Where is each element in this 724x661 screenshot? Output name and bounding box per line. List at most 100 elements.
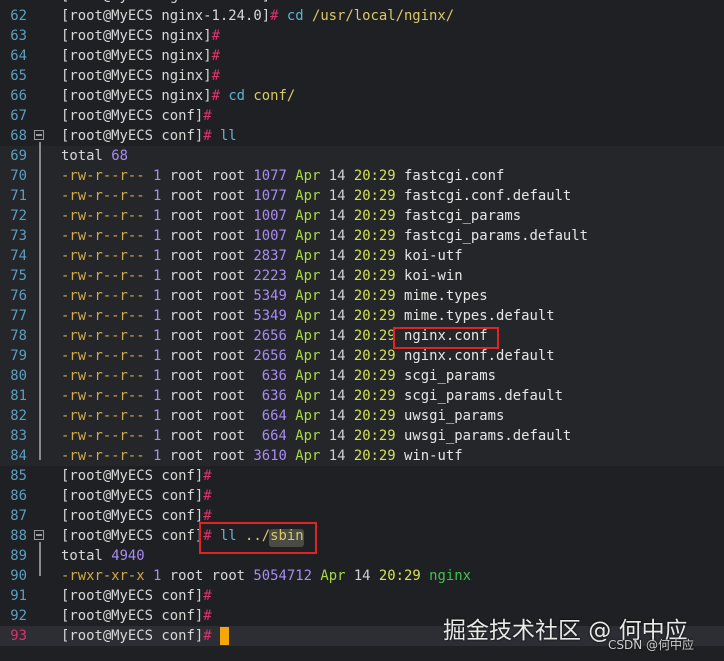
line-text: -rw-r--r-- 1 root root 3610 Apr 14 20:29… <box>61 446 463 466</box>
separator <box>145 368 153 384</box>
terminal-line: 79 -rw-r--r-- 1 root root 2656 Apr 14 20:… <box>0 346 724 366</box>
separator <box>145 248 153 264</box>
separator <box>145 168 153 184</box>
group: root <box>211 448 246 464</box>
separator <box>203 448 211 464</box>
separator <box>287 248 295 264</box>
permissions: -rw-r--r-- <box>61 448 145 464</box>
prompt-user-host: [root@MyECS <box>61 68 162 84</box>
separator: ] <box>194 608 204 624</box>
permissions: -rw-r--r-- <box>61 168 145 184</box>
fold-toggle-icon[interactable] <box>34 530 44 540</box>
day: 14 <box>353 568 371 584</box>
separator <box>345 348 353 364</box>
terminal-line: 89 total 4940 <box>0 546 724 566</box>
prompt-hash: # <box>203 488 212 504</box>
line-text: [root@MyECS nginx-1.24.0]# cd /usr/local… <box>61 6 454 26</box>
separator <box>320 328 328 344</box>
line-number: 82 <box>10 408 27 424</box>
separator <box>161 228 169 244</box>
separator <box>103 148 111 164</box>
group: root <box>211 408 246 424</box>
prompt-hash: # <box>203 128 212 144</box>
prompt-dir: nginx-1.24.0 <box>161 0 261 4</box>
terminal-line: 87 [root@MyECS conf]# <box>0 506 724 526</box>
command-arg: conf/ <box>253 88 296 104</box>
terminal-line: 76 -rw-r--r-- 1 root root 5349 Apr 14 20:… <box>0 286 724 306</box>
day: 14 <box>328 288 346 304</box>
time: 20:29 <box>353 188 396 204</box>
owner: root <box>169 348 204 364</box>
line-text: [root@MyECS conf]# <box>61 486 212 506</box>
separator <box>320 388 328 404</box>
prompt-user-host: [root@MyECS <box>61 0 161 4</box>
line-number: 80 <box>10 368 27 384</box>
owner: root <box>169 408 204 424</box>
separator <box>161 368 169 384</box>
line-number: 76 <box>10 288 27 304</box>
terminal-line: 64 [root@MyECS nginx]# <box>0 46 724 66</box>
prompt-user-host: [root@MyECS <box>61 28 162 44</box>
command: cd <box>286 8 304 24</box>
terminal-line: 65 [root@MyECS nginx]# <box>0 66 724 86</box>
separator <box>320 408 328 424</box>
line-number: 62 <box>10 8 27 24</box>
separator <box>161 328 169 344</box>
line-text: -rw-r--r-- 1 root root 636 Apr 14 20:29 … <box>61 366 496 386</box>
command: ll <box>219 128 237 144</box>
day: 14 <box>328 268 346 284</box>
prompt-hash: # <box>203 608 212 624</box>
prompt-user-host: [root@MyECS <box>61 88 162 104</box>
separator: ] <box>194 128 204 144</box>
file-name: uwsgi_params.default <box>404 428 572 444</box>
owner: root <box>169 568 204 584</box>
line-text: [root@MyECS nginx]# cd conf/ <box>61 86 295 106</box>
separator <box>145 428 153 444</box>
terminal-line: 69 total 68 <box>0 146 724 166</box>
separator <box>212 128 220 144</box>
separator <box>145 568 153 584</box>
file-size: 636 <box>253 368 287 384</box>
file-name: mime.types <box>404 288 488 304</box>
time: 20:29 <box>353 308 396 324</box>
owner: root <box>169 388 204 404</box>
terminal-editor[interactable]: 61[root@MyECS nginx-1.24.0]#62[root@MyEC… <box>0 0 724 646</box>
separator: ] <box>194 108 204 124</box>
separator <box>161 168 169 184</box>
separator <box>278 8 286 24</box>
prompt-dir: nginx <box>161 48 204 64</box>
separator <box>345 208 353 224</box>
line-number: 63 <box>10 28 27 44</box>
month: Apr <box>295 308 321 324</box>
file-name: nginx <box>429 568 471 584</box>
group: root <box>211 428 246 444</box>
time: 20:29 <box>353 228 396 244</box>
owner: root <box>169 428 204 444</box>
line-number: 81 <box>10 388 27 404</box>
line-number: 72 <box>10 208 27 224</box>
owner: root <box>169 328 204 344</box>
line-number: 67 <box>10 108 27 124</box>
separator <box>103 548 111 564</box>
time: 20:29 <box>353 448 396 464</box>
prompt-dir: conf <box>161 488 195 504</box>
line-number: 74 <box>10 248 27 264</box>
separator <box>345 168 353 184</box>
file-name: win-utf <box>404 448 463 464</box>
prompt-user-host: [root@MyECS <box>61 528 162 544</box>
separator <box>320 228 328 244</box>
separator <box>320 308 328 324</box>
month: Apr <box>295 228 321 244</box>
separator <box>345 288 353 304</box>
terminal-line: 66 [root@MyECS nginx]# cd conf/ <box>0 86 724 106</box>
fold-toggle-icon[interactable] <box>34 130 44 140</box>
line-number: 84 <box>10 448 27 464</box>
separator <box>203 408 211 424</box>
separator <box>203 368 211 384</box>
separator <box>161 348 169 364</box>
separator <box>161 288 169 304</box>
terminal-line: 62 [root@MyECS nginx-1.24.0]# cd /usr/loc… <box>0 6 724 26</box>
line-number: 90 <box>10 568 27 584</box>
separator <box>203 248 211 264</box>
line-number: 93 <box>10 628 27 644</box>
